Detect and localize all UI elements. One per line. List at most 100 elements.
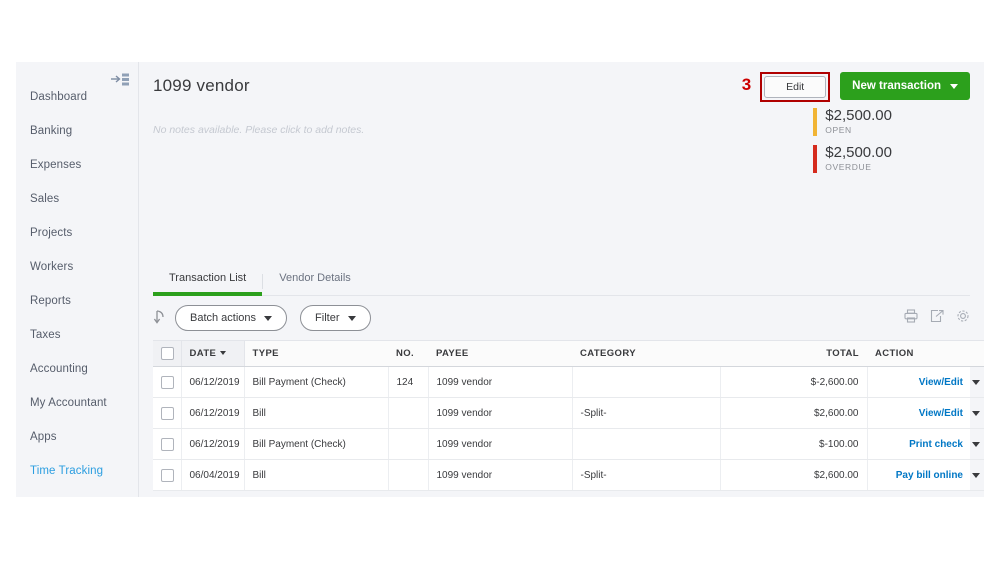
table-toolbar: Batch actions Filter	[153, 296, 970, 340]
balance-open: $2,500.00 OPEN	[813, 108, 892, 136]
sidebar-item-label: Banking	[30, 125, 72, 137]
column-header-type[interactable]: TYPE	[244, 341, 388, 367]
row-checkbox[interactable]	[161, 469, 174, 482]
sort-descending-icon	[220, 351, 226, 355]
column-header-total[interactable]: TOTAL	[720, 341, 867, 367]
collapse-sidebar-icon[interactable]	[111, 72, 131, 86]
sidebar-item-banking[interactable]: Banking	[16, 114, 138, 148]
row-select-cell	[153, 398, 181, 429]
cell-action: View/Edit	[867, 367, 984, 398]
table-row[interactable]: 06/12/2019 Bill Payment (Check) 1099 ven…	[153, 429, 984, 460]
sidebar-item-reports[interactable]: Reports	[16, 284, 138, 318]
row-action-label: View/Edit	[919, 377, 963, 388]
cell-type: Bill Payment (Check)	[244, 429, 388, 460]
tab-label: Vendor Details	[279, 272, 351, 284]
new-transaction-button[interactable]: New transaction	[840, 72, 970, 100]
row-action-button[interactable]: View/Edit	[876, 377, 981, 388]
cell-date: 06/12/2019	[181, 398, 244, 429]
sidebar-item-workers[interactable]: Workers	[16, 250, 138, 284]
table-row[interactable]: 06/04/2019 Bill 1099 vendor -Split- $2,6…	[153, 460, 984, 491]
table-row[interactable]: 06/12/2019 Bill Payment (Check) 124 1099…	[153, 367, 984, 398]
chevron-down-icon[interactable]	[972, 380, 980, 385]
tab-label: Transaction List	[169, 272, 246, 284]
sidebar-item-taxes[interactable]: Taxes	[16, 318, 138, 352]
header-actions: 3 Edit New transaction	[742, 72, 970, 102]
cell-action: Print check	[867, 429, 984, 460]
sidebar: Dashboard Banking Expenses Sales Project…	[16, 62, 139, 497]
row-checkbox[interactable]	[161, 376, 174, 389]
filter-button[interactable]: Filter	[300, 305, 370, 331]
sidebar-item-label: Reports	[30, 295, 71, 307]
row-checkbox[interactable]	[161, 438, 174, 451]
cell-no: 124	[388, 367, 428, 398]
sidebar-item-label: Workers	[30, 261, 73, 273]
sidebar-item-apps[interactable]: Apps	[16, 420, 138, 454]
sidebar-item-my-accountant[interactable]: My Accountant	[16, 386, 138, 420]
chevron-down-icon[interactable]	[972, 442, 980, 447]
select-all-header	[153, 341, 181, 367]
select-all-checkbox[interactable]	[161, 347, 174, 360]
column-header-action: ACTION	[867, 341, 984, 367]
cell-total: $-2,600.00	[720, 367, 867, 398]
sidebar-item-expenses[interactable]: Expenses	[16, 148, 138, 182]
balance-overdue-bar	[813, 145, 817, 173]
column-label-total: TOTAL	[826, 348, 859, 359]
batch-actions-label: Batch actions	[190, 312, 256, 324]
cell-action: View/Edit	[867, 398, 984, 429]
row-select-cell	[153, 429, 181, 460]
cell-total: $-100.00	[720, 429, 867, 460]
cell-date: 06/04/2019	[181, 460, 244, 491]
column-label-payee: PAYEE	[436, 348, 469, 359]
chevron-down-icon[interactable]	[972, 473, 980, 478]
print-icon[interactable]	[904, 309, 918, 328]
table-header: DATE TYPE NO. PAYEE CATEGORY TOTAL ACTIO…	[153, 341, 984, 367]
sidebar-item-label: Taxes	[30, 329, 61, 341]
balance-open-label: OPEN	[825, 125, 892, 135]
sidebar-item-time-tracking[interactable]: Time Tracking	[16, 454, 138, 488]
row-action-button[interactable]: Print check	[876, 439, 981, 450]
cell-category: -Split-	[572, 398, 720, 429]
cell-total: $2,600.00	[720, 460, 867, 491]
page-header: 1099 vendor No notes available. Please c…	[139, 62, 984, 262]
table-row[interactable]: 06/12/2019 Bill 1099 vendor -Split- $2,6…	[153, 398, 984, 429]
sidebar-item-label: Projects	[30, 227, 72, 239]
row-select-cell	[153, 367, 181, 398]
cell-payee: 1099 vendor	[428, 367, 572, 398]
balance-overdue: $2,500.00 OVERDUE	[813, 145, 892, 173]
tab-vendor-details[interactable]: Vendor Details	[263, 262, 367, 295]
table-body: 06/12/2019 Bill Payment (Check) 124 1099…	[153, 367, 984, 491]
tab-transaction-list[interactable]: Transaction List	[153, 262, 262, 295]
cell-date: 06/12/2019	[181, 367, 244, 398]
annotation-number: 3	[742, 72, 751, 98]
filter-label: Filter	[315, 312, 339, 324]
cell-total: $2,600.00	[720, 398, 867, 429]
cell-type: Bill Payment (Check)	[244, 367, 388, 398]
tab-bar: Transaction List Vendor Details	[153, 262, 970, 296]
sidebar-item-label: Expenses	[30, 159, 81, 171]
column-header-payee[interactable]: PAYEE	[428, 341, 572, 367]
row-action-button[interactable]: Pay bill online	[876, 470, 981, 481]
sidebar-item-label: Apps	[30, 431, 57, 443]
gear-icon[interactable]	[956, 309, 970, 328]
row-action-label: View/Edit	[919, 408, 963, 419]
column-header-category[interactable]: CATEGORY	[572, 341, 720, 367]
sidebar-item-sales[interactable]: Sales	[16, 182, 138, 216]
row-checkbox[interactable]	[161, 407, 174, 420]
sidebar-item-projects[interactable]: Projects	[16, 216, 138, 250]
row-action-label: Pay bill online	[896, 470, 963, 481]
balance-summary: $2,500.00 OPEN $2,500.00 OVERDUE	[813, 108, 892, 182]
edit-button[interactable]: Edit	[764, 76, 826, 98]
export-icon[interactable]	[930, 309, 944, 328]
balance-open-amount: $2,500.00	[825, 108, 892, 124]
cell-type: Bill	[244, 398, 388, 429]
column-header-no[interactable]: NO.	[388, 341, 428, 367]
sidebar-item-accounting[interactable]: Accounting	[16, 352, 138, 386]
row-action-button[interactable]: View/Edit	[876, 408, 981, 419]
chevron-down-icon[interactable]	[972, 411, 980, 416]
cell-date: 06/12/2019	[181, 429, 244, 460]
main-content: 1099 vendor No notes available. Please c…	[139, 62, 984, 497]
sort-arrow-icon[interactable]	[153, 309, 167, 327]
column-header-date[interactable]: DATE	[181, 341, 244, 367]
cell-category	[572, 429, 720, 460]
batch-actions-button[interactable]: Batch actions	[175, 305, 287, 331]
